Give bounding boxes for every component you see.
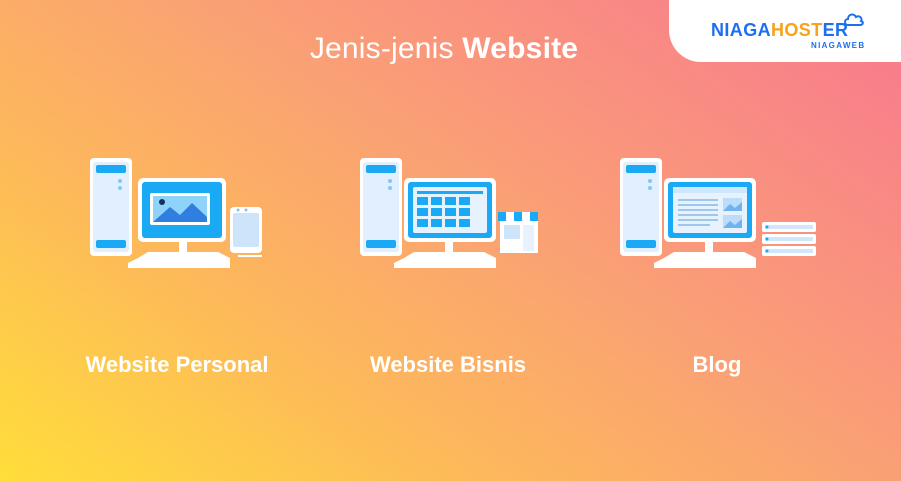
- cloud-icon: [844, 13, 864, 26]
- label-website-personal: Website Personal: [85, 352, 269, 377]
- niagahoster-logo[interactable]: NIAGAHOSTER NIAGAWEB: [669, 0, 901, 62]
- logo-part-2: HOST: [771, 20, 823, 40]
- title-light: Jenis-jenis: [309, 32, 454, 65]
- title-bold: Website: [462, 32, 579, 65]
- label-website-bisnis: Website Bisnis: [369, 352, 527, 377]
- logo-subtitle: NIAGAWEB: [811, 41, 866, 50]
- personal-website-computer-icon: [90, 158, 262, 268]
- label-blog: Blog: [692, 352, 742, 377]
- logo-part-1: NIAGA: [711, 20, 771, 40]
- blog-computer-icon: [620, 158, 816, 268]
- infographic-canvas: Jenis-jenis Website NIAGAHOSTER NIAGAWEB: [0, 0, 901, 481]
- business-website-computer-icon: [360, 158, 538, 268]
- logo-wordmark: NIAGAHOSTER: [711, 20, 848, 41]
